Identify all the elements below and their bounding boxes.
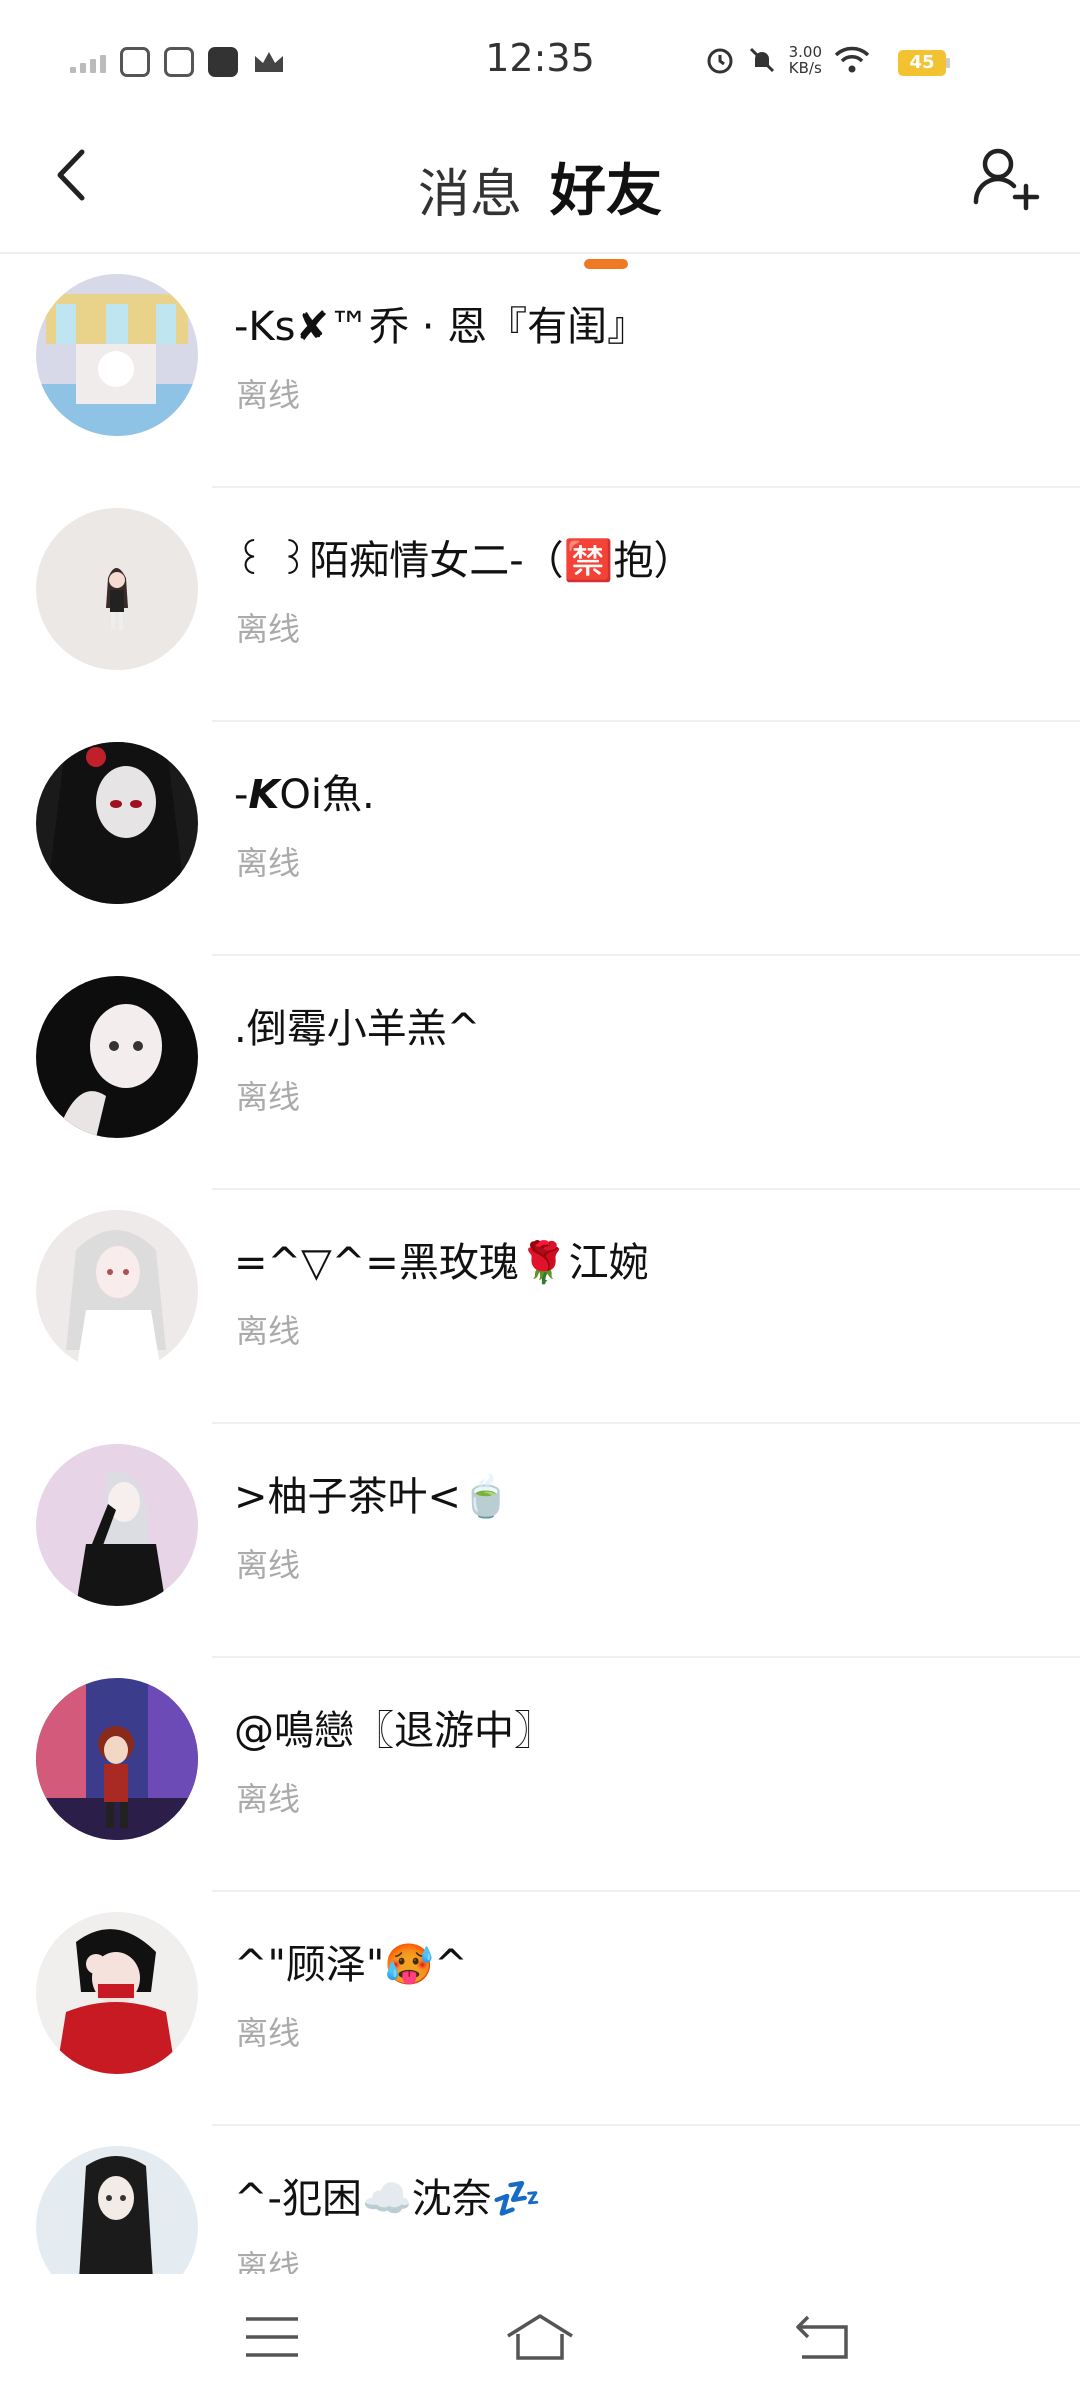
avatar[interactable] bbox=[36, 508, 198, 670]
friend-name: ^-犯困☁️沈奈💤 bbox=[234, 2176, 542, 2222]
friend-status: 离线 bbox=[236, 1546, 301, 1584]
wifi-icon bbox=[834, 46, 870, 73]
friend-item[interactable]: ^-犯困☁️沈奈💤 离线 bbox=[0, 2126, 1080, 2274]
alarm-icon bbox=[707, 48, 733, 74]
avatar[interactable] bbox=[36, 2146, 198, 2274]
return-icon bbox=[796, 2315, 848, 2359]
menu-icon bbox=[246, 2317, 298, 2357]
avatar[interactable] bbox=[36, 1912, 198, 2074]
friend-name: >柚子茶叶<🍵 bbox=[234, 1474, 511, 1520]
friend-list[interactable]: -Ks✘™乔 · 恩『有闺』 离线 ꒰ ꒱陌痴情女二-（🈲抱） 离线 -𝙆Oi魚… bbox=[0, 254, 1080, 2274]
nav-back-button[interactable] bbox=[784, 2302, 864, 2372]
status-bar: 12:35 3.00 KB/s 45 bbox=[0, 0, 1080, 110]
friend-item[interactable]: =^▽^=黑玫瑰🌹江婉 离线 bbox=[0, 1190, 1080, 1424]
friend-status: 离线 bbox=[236, 1780, 301, 1818]
friend-item[interactable]: ^"顾泽"🥵^ 离线 bbox=[0, 1892, 1080, 2126]
tab-friends[interactable]: 好友 bbox=[550, 146, 662, 269]
system-navigation-bar bbox=[0, 2274, 1080, 2400]
friend-status: 离线 bbox=[236, 2014, 301, 2052]
friend-status: 离线 bbox=[236, 1312, 301, 1350]
battery-indicator: 45 bbox=[898, 50, 950, 76]
home-icon bbox=[507, 2314, 573, 2360]
friend-item[interactable]: @鳴戀〖退游中〗 离线 bbox=[0, 1658, 1080, 1892]
friend-name: -𝙆Oi魚. bbox=[234, 772, 375, 818]
friend-name: .倒霉小羊羔^ bbox=[234, 1006, 481, 1052]
friend-status: 离线 bbox=[236, 1078, 301, 1116]
avatar[interactable] bbox=[36, 1210, 198, 1372]
add-user-icon bbox=[973, 148, 1040, 211]
network-speed: 3.00 KB/s bbox=[788, 43, 822, 77]
status-icons-right: 3.00 KB/s bbox=[705, 38, 870, 82]
friend-item[interactable]: >柚子茶叶<🍵 离线 bbox=[0, 1424, 1080, 1658]
add-friend-button[interactable] bbox=[970, 142, 1040, 212]
friend-status: 离线 bbox=[236, 610, 301, 648]
mute-icon bbox=[749, 47, 774, 73]
avatar[interactable] bbox=[36, 742, 198, 904]
avatar[interactable] bbox=[36, 1678, 198, 1840]
tab-messages[interactable]: 消息 bbox=[418, 152, 522, 227]
friend-name: -Ks✘™乔 · 恩『有闺』 bbox=[234, 304, 648, 350]
nav-home-button[interactable] bbox=[500, 2302, 580, 2372]
avatar[interactable] bbox=[36, 274, 198, 436]
friend-item[interactable]: -Ks✘™乔 · 恩『有闺』 离线 bbox=[0, 254, 1080, 488]
friend-name: =^▽^=黑玫瑰🌹江婉 bbox=[234, 1240, 649, 1286]
avatar[interactable] bbox=[36, 1444, 198, 1606]
friend-name: ^"顾泽"🥵^ bbox=[234, 1942, 468, 1988]
friend-name: @鳴戀〖退游中〗 bbox=[234, 1708, 554, 1754]
friend-item[interactable]: -𝙆Oi魚. 离线 bbox=[0, 722, 1080, 956]
friend-status: 离线 bbox=[236, 376, 301, 414]
friend-status: 离线 bbox=[236, 2248, 301, 2274]
avatar[interactable] bbox=[36, 976, 198, 1138]
nav-menu-button[interactable] bbox=[232, 2302, 312, 2372]
friend-item[interactable]: .倒霉小羊羔^ 离线 bbox=[0, 956, 1080, 1190]
header: 消息 好友 bbox=[0, 120, 1080, 269]
friend-name: ꒰ ꒱陌痴情女二-（🈲抱） bbox=[234, 538, 694, 584]
tab-bar: 消息 好友 bbox=[0, 146, 1080, 269]
friend-status: 离线 bbox=[236, 844, 301, 882]
friend-item[interactable]: ꒰ ꒱陌痴情女二-（🈲抱） 离线 bbox=[0, 488, 1080, 722]
